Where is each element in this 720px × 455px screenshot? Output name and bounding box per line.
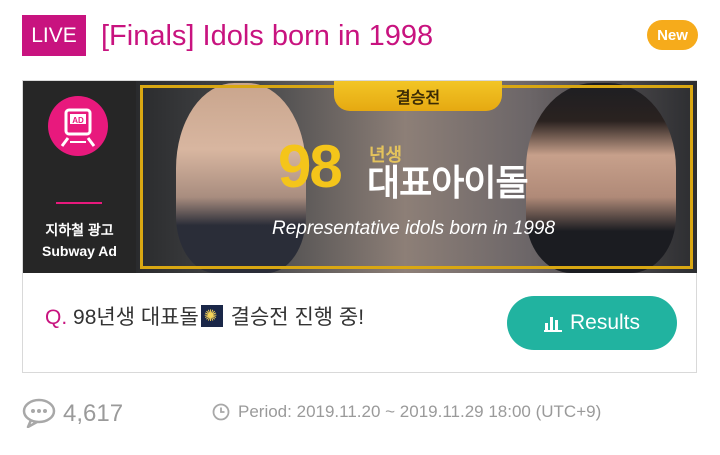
question-prefix: Q. <box>45 306 68 329</box>
bar-chart-icon <box>543 317 562 332</box>
period-value: 2019.11.20 ~ 2019.11.29 18:00 (UTC+9) <box>296 402 602 421</box>
new-badge: New <box>647 20 698 50</box>
results-button[interactable]: Results <box>507 296 677 350</box>
subway-ad-icon: AD <box>48 96 108 156</box>
comment-count: 4,617 <box>63 400 124 427</box>
comment-icon[interactable] <box>22 398 56 433</box>
subway-ad-label-ko: 지하철 광고 <box>45 222 114 238</box>
finals-tab: 결승전 <box>334 81 502 111</box>
vote-card[interactable]: AD 지하철 광고 Subway Ad 결승전 98 년생 대표아이돌 Repr… <box>22 80 697 373</box>
banner-headline: 대표아이돌 <box>367 162 529 203</box>
period-label: Period: <box>238 402 292 421</box>
question-text-after: 결승전 진행 중! <box>230 306 365 329</box>
event-banner[interactable]: 결승전 98 년생 대표아이돌 Representative idols bor… <box>136 81 697 273</box>
page-title[interactable]: [Finals] Idols born in 1998 <box>101 17 433 55</box>
ad-divider <box>56 202 102 204</box>
banner-subtitle: Representative idols born in 1998 <box>272 218 556 239</box>
vote-question: Q. 98년생 대표돌 결승전 진행 중! <box>45 301 364 331</box>
live-badge: LIVE <box>22 15 86 56</box>
subway-ad-panel[interactable]: AD 지하철 광고 Subway Ad <box>23 81 136 273</box>
banner-number: 98 <box>278 133 343 200</box>
subway-ad-label-en: Subway Ad <box>42 243 117 259</box>
vote-period: Period: 2019.11.20 ~ 2019.11.29 18:00 (U… <box>238 402 601 422</box>
svg-text:AD: AD <box>72 116 84 125</box>
fireworks-icon <box>200 305 223 327</box>
question-text-before: 98년생 대표돌 <box>73 306 199 329</box>
results-label: Results <box>569 311 641 334</box>
clock-icon <box>212 403 230 426</box>
